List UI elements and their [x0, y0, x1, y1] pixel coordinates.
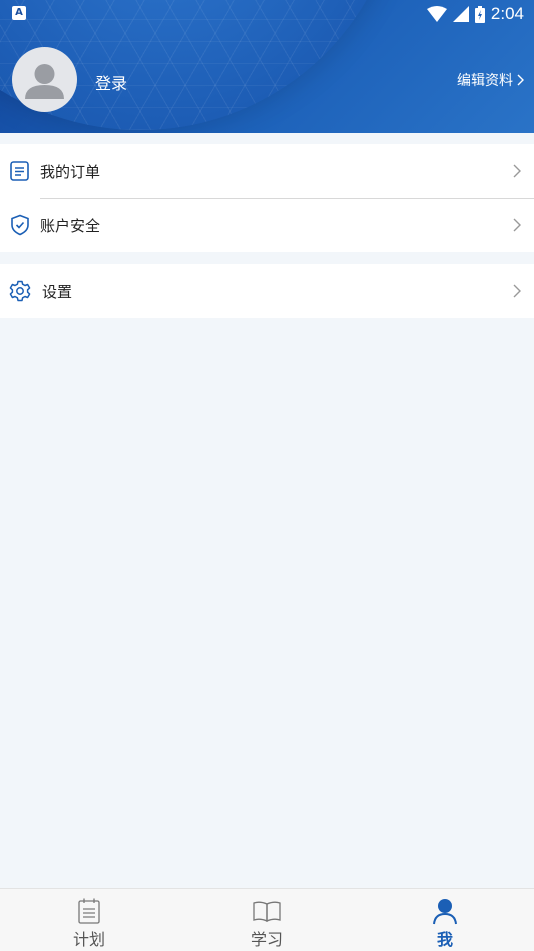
account-menu-group: 我的订单 账户安全	[0, 144, 534, 252]
battery-icon	[474, 5, 485, 23]
user-placeholder-icon	[25, 64, 64, 99]
tab-plan[interactable]: 计划	[0, 889, 178, 951]
status-bar: A 2:04	[0, 0, 534, 28]
menu-item-security[interactable]: 账户安全	[0, 198, 534, 252]
settings-menu-group: 设置	[0, 264, 534, 318]
menu-item-orders[interactable]: 我的订单	[0, 144, 534, 198]
chevron-right-icon	[513, 284, 521, 298]
tab-study[interactable]: 学习	[178, 889, 356, 951]
order-document-icon	[10, 161, 29, 181]
edit-profile-label: 编辑资料	[457, 73, 513, 89]
chevron-right-icon	[517, 74, 524, 86]
wifi-icon	[426, 6, 447, 22]
tab-study-label: 学习	[250, 930, 283, 949]
chevron-right-icon	[513, 218, 521, 232]
signal-icon	[452, 6, 469, 22]
menu-item-settings[interactable]: 设置	[0, 264, 534, 318]
menu-item-orders-label: 我的订单	[40, 162, 101, 181]
tab-me-label: 我	[436, 930, 453, 949]
edit-profile-link[interactable]: 编辑资料	[457, 70, 524, 90]
user-icon	[433, 899, 457, 925]
avatar[interactable]	[12, 47, 77, 112]
login-link[interactable]: 登录	[95, 70, 127, 94]
tab-plan-label: 计划	[72, 930, 105, 949]
tab-me[interactable]: 我	[356, 889, 534, 951]
chevron-right-icon	[513, 164, 521, 178]
menu-item-security-label: 账户安全	[40, 216, 101, 235]
menu-item-settings-label: 设置	[42, 282, 73, 301]
calendar-list-icon	[78, 898, 100, 924]
bottom-tab-bar: 计划 学习 我	[0, 888, 534, 951]
shield-check-icon	[11, 214, 29, 236]
gear-icon	[9, 280, 31, 302]
notification-icon: A	[12, 6, 26, 20]
status-time: 2:04	[490, 4, 524, 23]
open-book-icon	[253, 901, 281, 922]
